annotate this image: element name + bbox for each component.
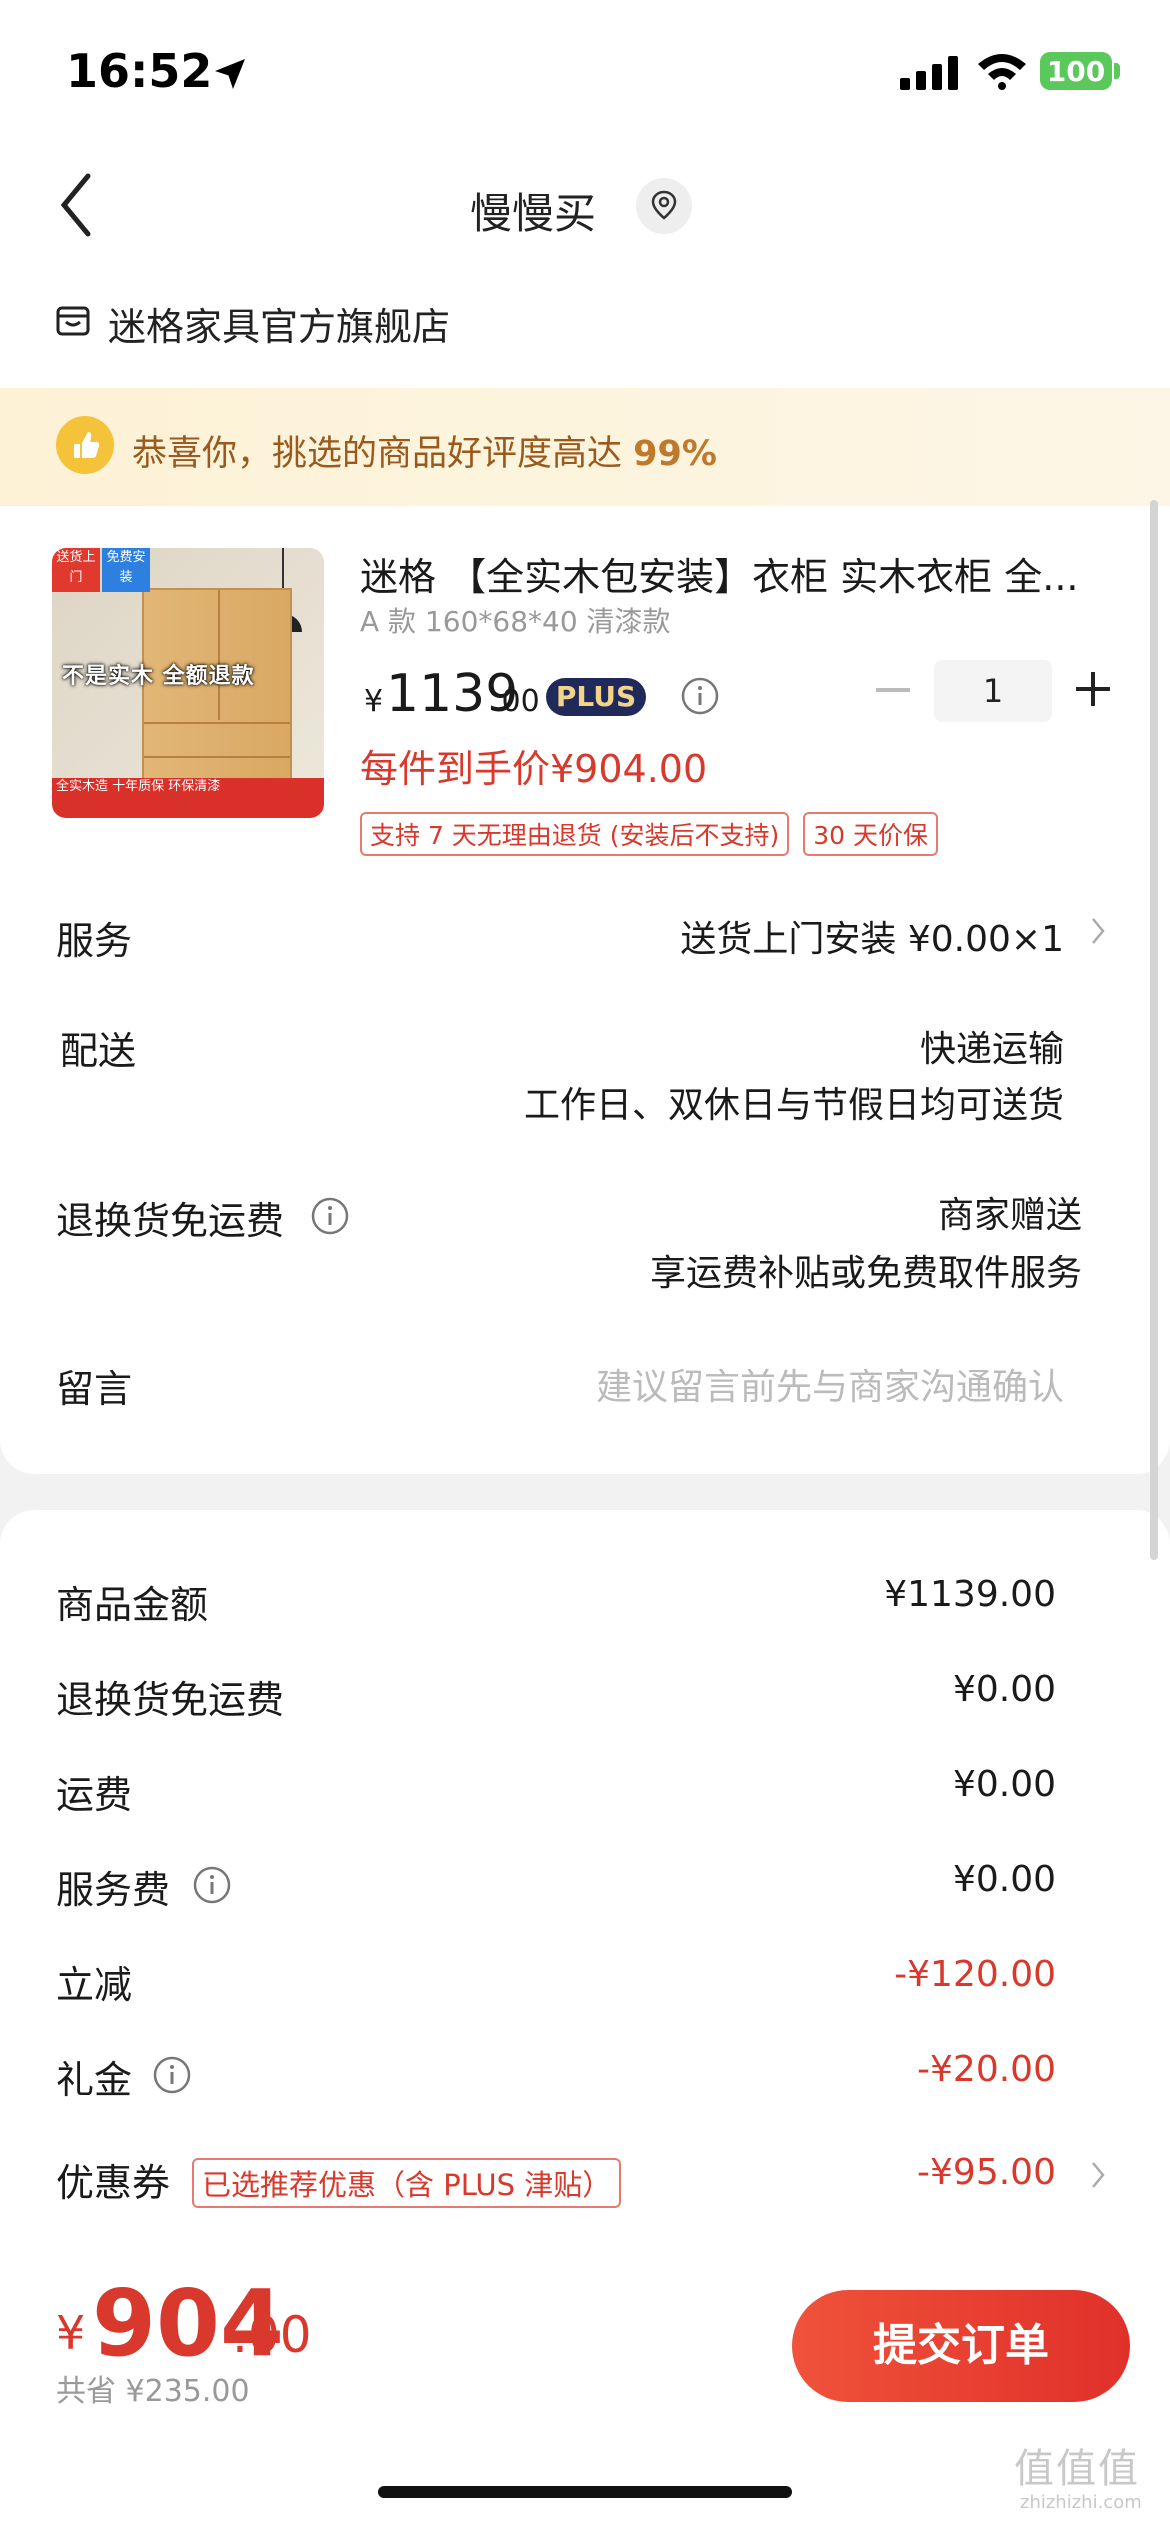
return-policy-tag: 支持 7 天无理由退货 (安装后不支持) bbox=[360, 812, 790, 856]
summary-label: 商品金额 bbox=[56, 1583, 209, 1627]
total-saved: 共省 ¥235.00 bbox=[56, 2374, 250, 2409]
message-label: 留言 bbox=[56, 1367, 133, 1411]
policy-tags: 支持 7 天无理由退货 (安装后不支持) 30 天价保 bbox=[360, 812, 939, 856]
summary-value[interactable]: -¥95.00 bbox=[917, 2152, 1056, 2193]
submit-order-button[interactable]: 提交订单 bbox=[792, 2290, 1130, 2402]
thumbs-up-icon bbox=[56, 416, 114, 474]
wifi-icon bbox=[978, 54, 1026, 90]
price-protect-tag: 30 天价保 bbox=[803, 812, 939, 856]
total-decimal: .00 bbox=[232, 2306, 312, 2364]
store-name[interactable]: 迷格家具官方旗舰店 bbox=[108, 296, 450, 351]
banner-text-main: 恭喜你，挑选的商品好评度高达 bbox=[132, 434, 634, 474]
summary-label: 礼金 bbox=[56, 2058, 133, 2102]
image-slogan: 不是实木 全额退款 bbox=[62, 664, 255, 689]
coupon-tag[interactable]: 已选推荐优惠（含 PLUS 津贴） bbox=[192, 2158, 622, 2208]
return-shipping-value: 商家赠送 bbox=[937, 1195, 1082, 1236]
info-icon[interactable] bbox=[192, 1865, 232, 1905]
info-icon[interactable] bbox=[310, 1196, 350, 1236]
store-icon bbox=[56, 306, 90, 336]
plus-badge: PLUS bbox=[546, 678, 646, 716]
delivery-method: 快递运输 bbox=[919, 1029, 1064, 1070]
image-tag-delivery: 送货上门 bbox=[52, 548, 100, 592]
return-shipping-desc: 享运费补贴或免费取件服务 bbox=[649, 1253, 1082, 1294]
summary-value: ¥0.00 bbox=[952, 1669, 1056, 1710]
chevron-right-icon bbox=[1092, 918, 1105, 944]
back-icon[interactable] bbox=[56, 172, 96, 238]
battery-indicator: 100 bbox=[1040, 52, 1112, 90]
battery-level: 100 bbox=[1046, 54, 1106, 88]
price-symbol: ¥ bbox=[364, 684, 384, 719]
service-value[interactable]: 送货上门安装 ¥0.00×1 bbox=[680, 910, 1064, 962]
total-symbol: ¥ bbox=[56, 2306, 86, 2360]
delivery-time: 工作日、双休日与节假日均可送货 bbox=[523, 1085, 1064, 1126]
return-shipping-label: 退换货免运费 bbox=[56, 1199, 285, 1243]
summary-value: -¥20.00 bbox=[917, 2049, 1056, 2090]
summary-label: 运费 bbox=[56, 1773, 133, 1817]
status-time: 16:52 bbox=[66, 44, 213, 98]
final-unit-price: 每件到手价¥904.00 bbox=[360, 747, 708, 791]
watermark-url: zhizhizhi.com bbox=[1020, 2492, 1142, 2513]
delivery-label: 配送 bbox=[60, 1029, 137, 1073]
quantity-input[interactable]: 1 bbox=[934, 660, 1052, 722]
location-arrow-icon bbox=[215, 59, 245, 89]
summary-value: ¥1139.00 bbox=[884, 1574, 1056, 1615]
home-indicator[interactable] bbox=[378, 2486, 792, 2498]
location-pin-button[interactable] bbox=[636, 178, 692, 234]
product-image[interactable]: 送货上门 免费安装 不是实木 全额退款 全实木造 十年质保 环保清漆 bbox=[52, 548, 324, 818]
watermark-logo: 值值值 bbox=[1014, 2446, 1140, 2492]
chevron-right-icon bbox=[1092, 2162, 1105, 2188]
quantity-minus-button[interactable] bbox=[876, 688, 910, 692]
banner-text: 恭喜你，挑选的商品好评度高达 99% bbox=[132, 425, 717, 476]
info-icon[interactable] bbox=[680, 676, 720, 716]
product-spec: A 款 160*68*40 清漆款 bbox=[360, 605, 671, 638]
summary-label: 优惠券 bbox=[56, 2161, 171, 2205]
battery-cap bbox=[1114, 63, 1120, 79]
summary-value: ¥0.00 bbox=[952, 1859, 1056, 1900]
location-pin-icon bbox=[651, 190, 677, 220]
summary-label: 退换货免运费 bbox=[56, 1678, 285, 1722]
summary-label: 服务费 bbox=[56, 1868, 171, 1912]
signal-icon bbox=[900, 56, 958, 90]
scrollbar[interactable] bbox=[1150, 500, 1158, 1560]
product-title[interactable]: 迷格 【全实木包安装】衣柜 实木衣柜 全... bbox=[360, 546, 1116, 601]
summary-value: ¥0.00 bbox=[952, 1764, 1056, 1805]
image-tag-install: 免费安装 bbox=[102, 548, 150, 592]
image-footer: 全实木造 十年质保 环保清漆 bbox=[52, 778, 324, 818]
banner-highlight: 99% bbox=[633, 434, 717, 474]
summary-value: -¥120.00 bbox=[894, 1954, 1056, 1995]
page-title: 慢慢买 bbox=[470, 189, 597, 238]
info-icon[interactable] bbox=[152, 2055, 192, 2095]
message-input[interactable]: 建议留言前先与商家沟通确认 bbox=[596, 1358, 1064, 1410]
summary-label: 立减 bbox=[56, 1963, 133, 2007]
price-decimal: .00 bbox=[492, 684, 540, 719]
quantity-plus-button[interactable] bbox=[1074, 670, 1112, 708]
service-label: 服务 bbox=[56, 919, 133, 963]
